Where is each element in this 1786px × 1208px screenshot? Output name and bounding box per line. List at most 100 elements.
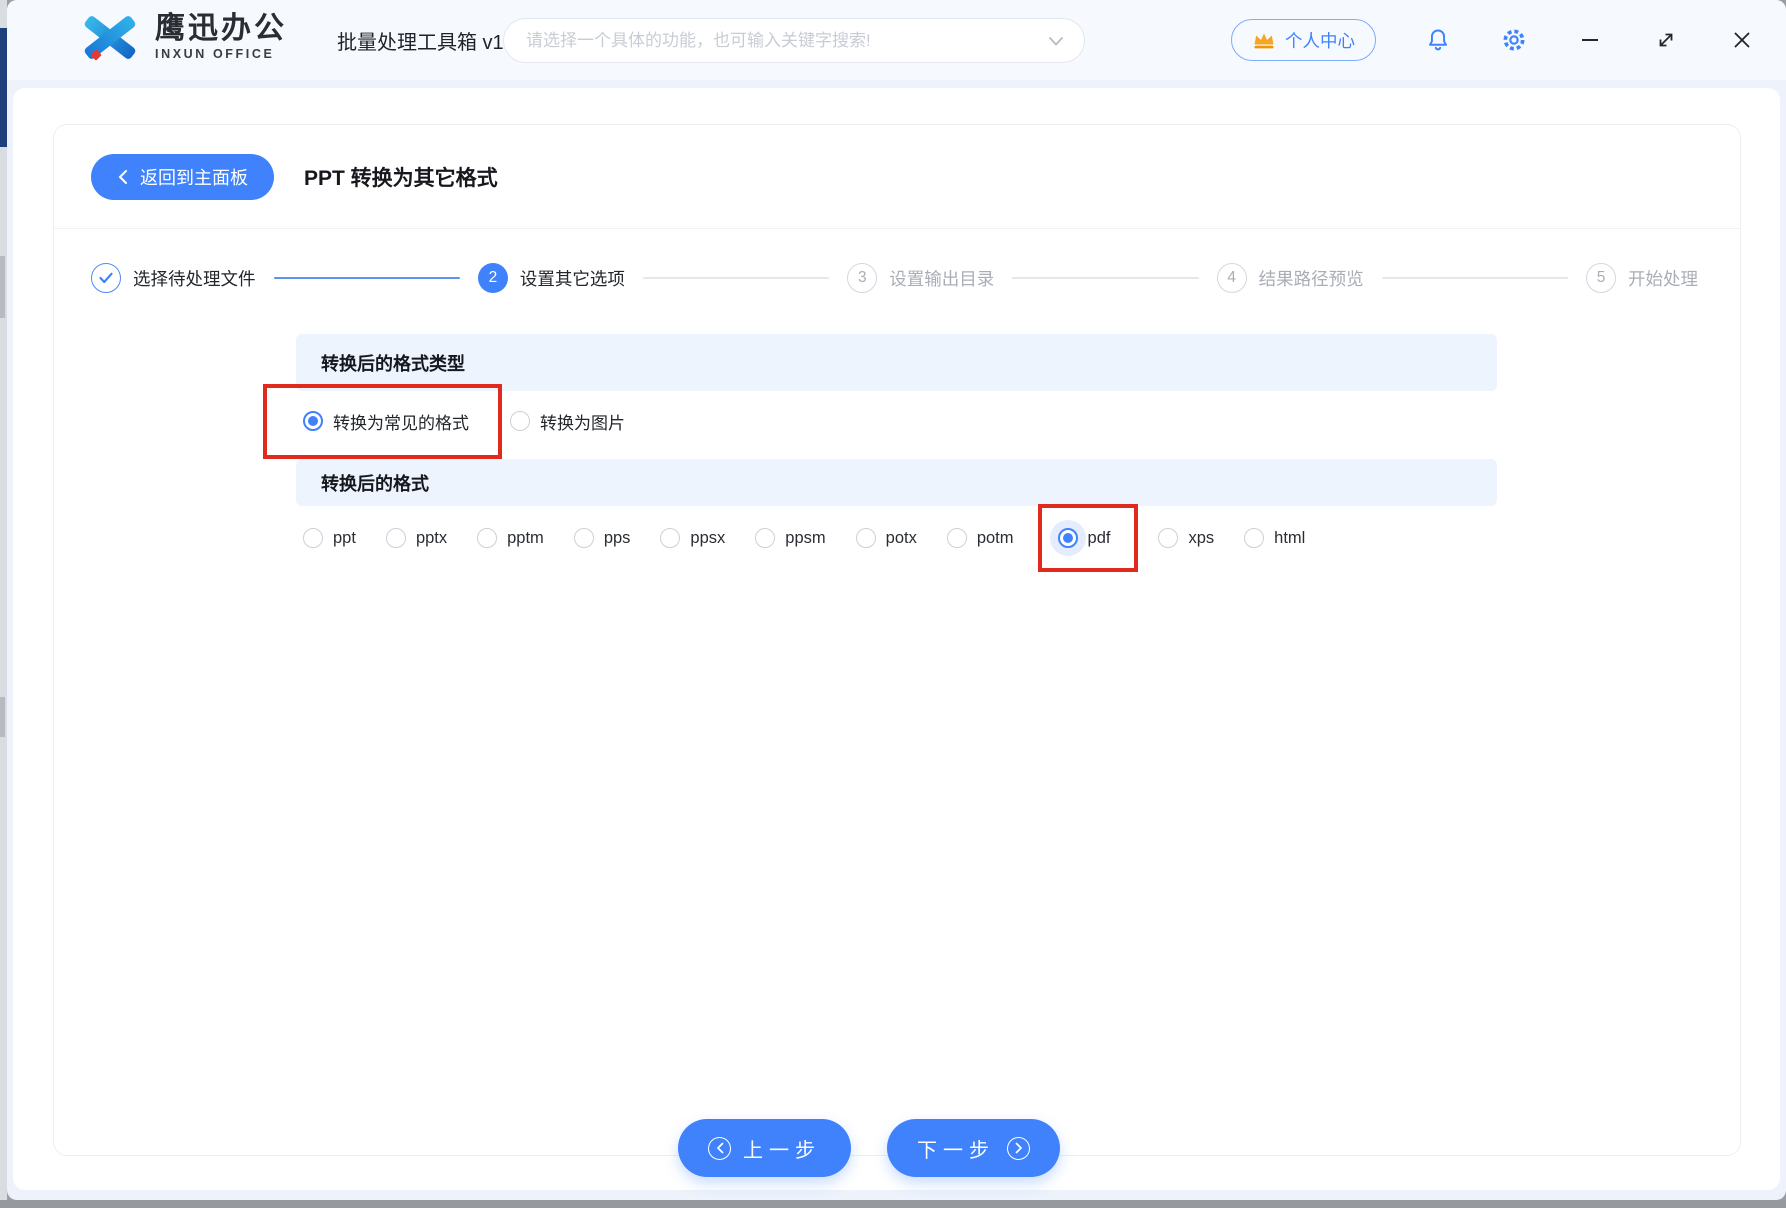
step-label: 结果路径预览 (1258, 268, 1364, 289)
step-number: 2 (477, 263, 508, 293)
personal-center-label: 个人中心 (1285, 30, 1355, 51)
back-to-dashboard-button[interactable]: 返回到主面板 (91, 153, 274, 200)
maximize-button[interactable] (1652, 26, 1680, 54)
app-header: 鹰迅办公 INXUN OFFICE 批量处理工具箱 v1.12.1 个人中心 (7, 0, 1786, 80)
circle-chevron-left-icon (708, 1136, 731, 1160)
content-panel: 返回到主面板 PPT 转换为其它格式 选择待处理文件 2 设置其它选项 3 设置… (13, 88, 1780, 1190)
radio-pptx[interactable]: pptx (385, 528, 448, 548)
step-5-start-processing[interactable]: 5 开始处理 (1586, 263, 1698, 293)
step-label: 选择待处理文件 (133, 268, 256, 289)
radio-unselected-icon[interactable] (477, 528, 498, 548)
wizard-card: 返回到主面板 PPT 转换为其它格式 选择待处理文件 2 设置其它选项 3 设置… (53, 124, 1741, 1177)
step-number: 4 (1216, 263, 1247, 293)
step-connector (1381, 277, 1568, 279)
brand-text: 鹰迅办公 INXUN OFFICE (155, 11, 287, 61)
brand-name-zh: 鹰迅办公 (155, 11, 287, 45)
step-check-icon (91, 263, 121, 293)
radio-potx[interactable]: potx (855, 528, 917, 548)
radio-label: xps (1188, 528, 1215, 547)
screen-edge-mark (0, 697, 5, 737)
format-type-section-title: 转换后的格式类型 (296, 334, 1497, 391)
brand-name-en: INXUN OFFICE (155, 46, 275, 61)
step-1-select-files[interactable]: 选择待处理文件 (91, 263, 256, 293)
radio-label: potm (976, 528, 1014, 547)
radio-to-image[interactable]: 转换为图片 (510, 409, 625, 434)
step-2-set-options[interactable]: 2 设置其它选项 (477, 263, 625, 293)
radio-unselected-icon[interactable] (946, 528, 967, 548)
radio-pdf[interactable]: pdf (1057, 528, 1111, 548)
chevron-left-icon (117, 169, 128, 185)
step-label: 设置输出目录 (889, 268, 995, 289)
radio-label: 转换为常见的格式 (333, 413, 469, 433)
step-connector (642, 277, 830, 279)
radio-label: pptm (507, 528, 544, 547)
header-actions: 个人中心 (1231, 0, 1756, 80)
radio-potm[interactable]: potm (946, 528, 1014, 548)
step-3-output-dir[interactable]: 3 设置输出目录 (847, 263, 994, 293)
personal-center-button[interactable]: 个人中心 (1231, 19, 1376, 61)
radio-pps[interactable]: pps (573, 528, 631, 548)
brand: 鹰迅办公 INXUN OFFICE (79, 11, 287, 63)
minimize-button[interactable] (1576, 26, 1604, 54)
radio-ppsm[interactable]: ppsm (755, 528, 826, 548)
format-radio-group: ppt pptx pptm pps ppsx ppsm potx potm pd… (296, 504, 1497, 572)
radio-unselected-icon[interactable] (1244, 528, 1265, 548)
radio-xps[interactable]: xps (1158, 528, 1214, 548)
brand-logo-icon (79, 11, 141, 63)
radio-label: pdf (1087, 528, 1111, 547)
radio-label: potx (885, 528, 917, 547)
radio-ppt[interactable]: ppt (303, 528, 356, 548)
radio-common-format[interactable]: 转换为常见的格式 (303, 409, 469, 434)
next-step-button[interactable]: 下一步 (887, 1119, 1060, 1177)
screen-edge-left (0, 0, 7, 1200)
app-window: 鹰迅办公 INXUN OFFICE 批量处理工具箱 v1.12.1 个人中心 (7, 0, 1786, 1200)
radio-label: ppsm (785, 528, 826, 547)
radio-label: pptx (415, 528, 448, 547)
format-type-radio-group: 转换为常见的格式 转换为图片 (263, 383, 1497, 459)
step-connector (1012, 277, 1199, 279)
chevron-down-icon[interactable] (1048, 35, 1064, 47)
radio-selected-icon[interactable] (303, 411, 323, 431)
red-annotation-box: pdf (1037, 504, 1139, 572)
radio-unselected-icon[interactable] (660, 528, 681, 548)
radio-unselected-icon[interactable] (510, 411, 530, 431)
radio-pptm[interactable]: pptm (477, 528, 544, 548)
screen-edge-accent (0, 28, 7, 147)
page-title: PPT 转换为其它格式 (304, 166, 498, 190)
red-annotation-box: 转换为常见的格式 (263, 383, 502, 459)
radio-html[interactable]: html (1244, 528, 1305, 548)
radio-selected-icon[interactable] (1057, 528, 1078, 548)
wizard-footer: 上一步 下一步 (678, 1119, 1060, 1177)
prev-step-label: 上一步 (743, 1139, 821, 1162)
format-section-title: 转换后的格式 (296, 459, 1497, 506)
step-connector (273, 277, 460, 279)
step-number: 3 (847, 263, 878, 293)
radio-label: 转换为图片 (540, 413, 625, 433)
radio-label: pps (603, 528, 631, 547)
step-4-result-preview[interactable]: 4 结果路径预览 (1216, 263, 1364, 293)
search-input[interactable] (526, 30, 1038, 51)
options-area: 转换后的格式类型 转换为常见的格式 转换为图片 转换后的格式 ppt pptx … (263, 334, 1497, 572)
function-search-combobox[interactable] (503, 18, 1085, 63)
radio-label: html (1274, 528, 1306, 547)
radio-label: ppsx (690, 528, 726, 547)
radio-unselected-icon[interactable] (755, 528, 776, 548)
radio-unselected-icon[interactable] (573, 528, 594, 548)
radio-unselected-icon[interactable] (855, 528, 876, 548)
close-button[interactable] (1728, 26, 1756, 54)
screen-edge-mark (0, 256, 5, 318)
radio-unselected-icon[interactable] (385, 528, 406, 548)
radio-unselected-icon[interactable] (1158, 528, 1179, 548)
screen-edge-bottom (0, 1200, 1786, 1208)
card-header: 返回到主面板 PPT 转换为其它格式 (54, 125, 1740, 229)
radio-unselected-icon[interactable] (303, 528, 323, 548)
circle-chevron-right-icon (1007, 1136, 1030, 1160)
radio-ppsx[interactable]: ppsx (660, 528, 725, 548)
crown-icon (1252, 31, 1276, 49)
settings-gear-icon[interactable] (1500, 26, 1528, 54)
prev-step-button[interactable]: 上一步 (678, 1119, 851, 1177)
next-step-label: 下一步 (917, 1139, 995, 1162)
radio-label: ppt (333, 528, 356, 547)
step-number: 5 (1586, 263, 1616, 293)
notification-bell-icon[interactable] (1424, 26, 1452, 54)
